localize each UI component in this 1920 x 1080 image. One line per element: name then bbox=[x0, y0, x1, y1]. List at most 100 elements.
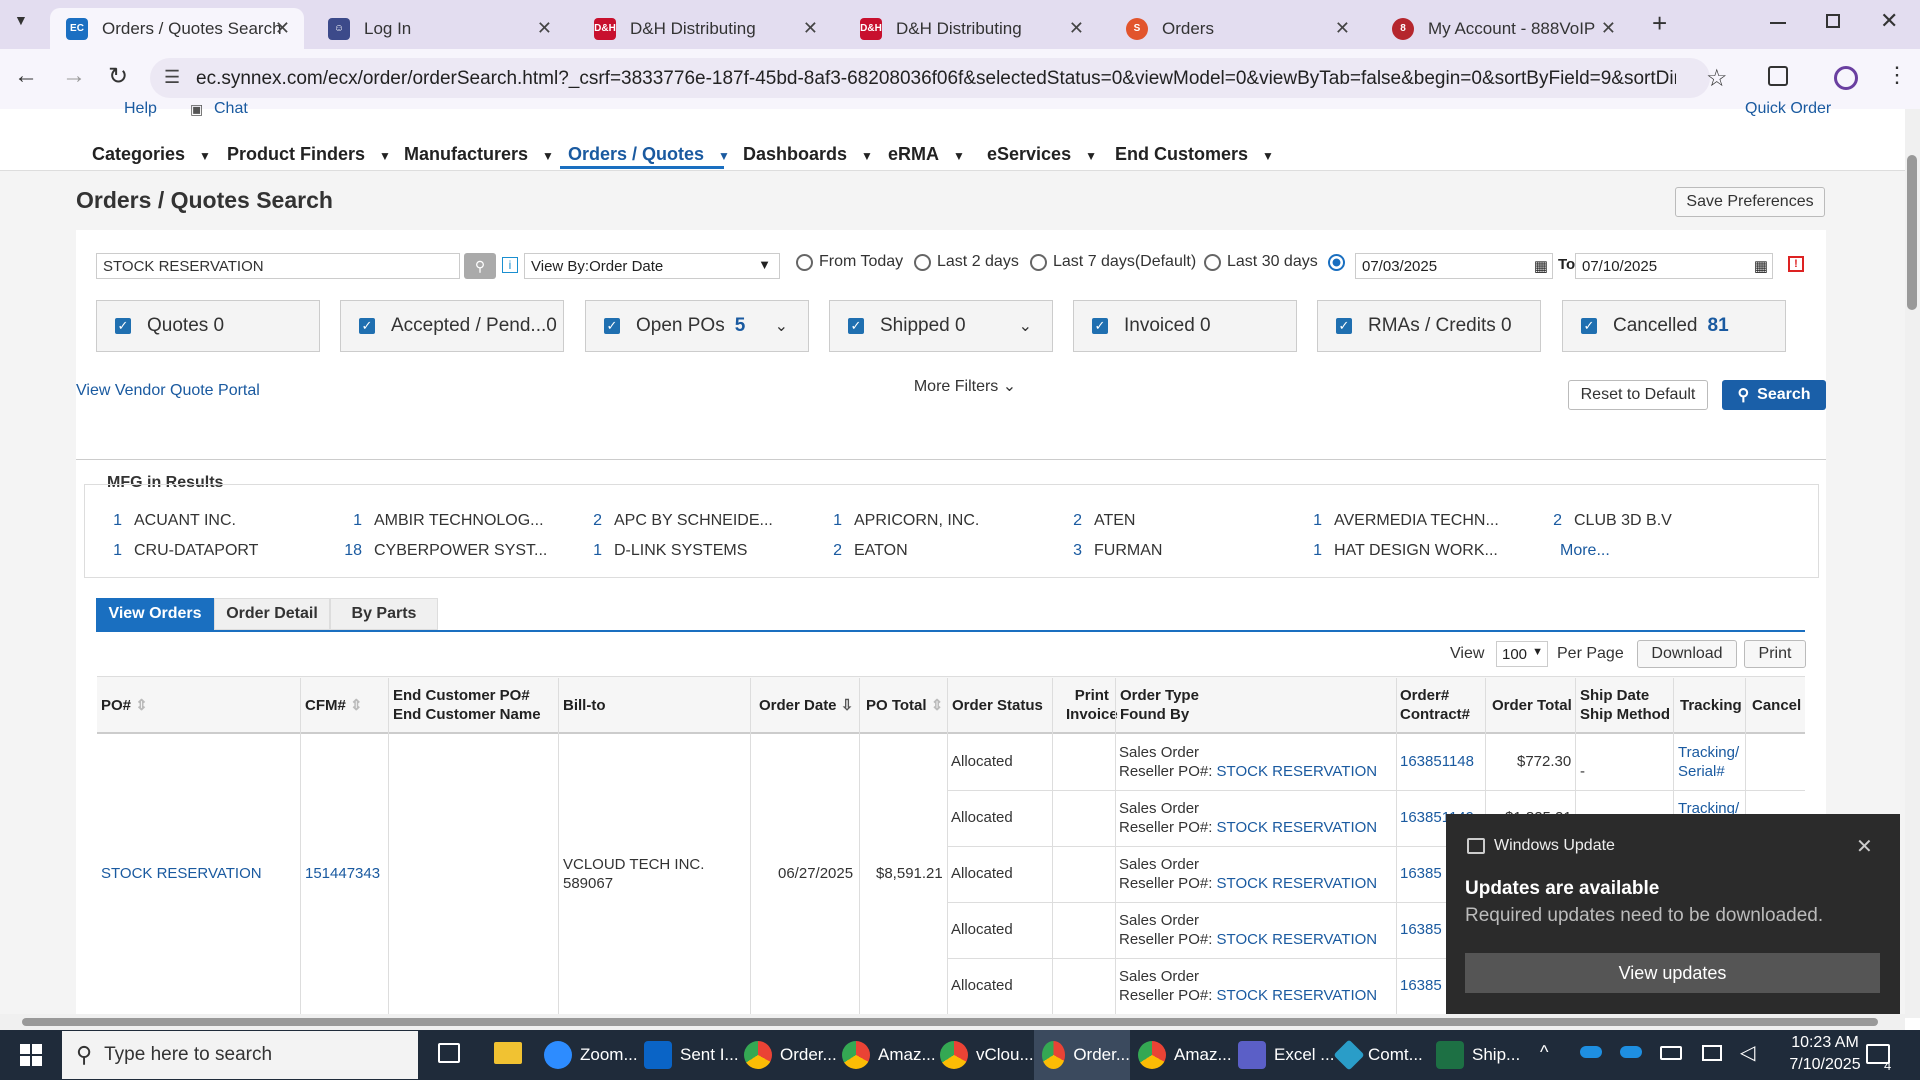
restore-icon[interactable] bbox=[1826, 14, 1840, 28]
radio-last-7-days[interactable] bbox=[1030, 254, 1047, 271]
mfg-item[interactable]: 3 FURMAN bbox=[1058, 542, 1162, 560]
taskbar-app-chrome-amazon[interactable]: Amaz... bbox=[842, 1030, 936, 1080]
tab-search-button[interactable]: ▼ bbox=[14, 12, 38, 36]
filter-invoiced[interactable]: ✓ Invoiced 0 bbox=[1073, 300, 1297, 352]
tab-orders[interactable]: S Orders ✕ bbox=[1110, 8, 1364, 49]
minimize-icon[interactable] bbox=[1770, 22, 1786, 24]
checkbox-checked-icon[interactable]: ✓ bbox=[359, 318, 375, 334]
close-icon[interactable]: ✕ bbox=[1069, 18, 1084, 39]
mfg-item[interactable]: 1 CRU-DATAPORT bbox=[98, 542, 258, 560]
taskbar-app-ship[interactable]: Ship... bbox=[1436, 1030, 1520, 1080]
calendar-icon[interactable]: ▦ bbox=[1534, 257, 1548, 275]
windows-start-icon[interactable] bbox=[20, 1044, 42, 1066]
taskbar-app-chrome-vcloud[interactable]: vClou... bbox=[940, 1030, 1034, 1080]
mfg-more-link[interactable]: More... bbox=[1560, 542, 1610, 560]
close-icon[interactable]: ✕ bbox=[1335, 18, 1350, 39]
radio-last-30-days[interactable] bbox=[1204, 254, 1221, 271]
chevron-down-icon[interactable]: ⌄ bbox=[1019, 316, 1032, 336]
calendar-icon[interactable]: ▦ bbox=[1754, 257, 1768, 275]
chat-icon[interactable]: ▣ bbox=[190, 101, 203, 118]
view-updates-button[interactable]: View updates bbox=[1465, 953, 1880, 993]
mfg-item[interactable]: 2 CLUB 3D B.V bbox=[1538, 512, 1672, 530]
to-date-input[interactable]: 07/10/2025 ▦ bbox=[1575, 253, 1773, 279]
close-icon[interactable]: ✕ bbox=[275, 18, 290, 39]
row-order-link[interactable]: 16385 bbox=[1400, 976, 1442, 995]
row-order-link[interactable]: 163851148 bbox=[1400, 752, 1474, 771]
checkbox-checked-icon[interactable]: ✓ bbox=[604, 318, 620, 334]
clock-date[interactable]: 7/10/2025 bbox=[1785, 1056, 1865, 1074]
extensions-icon[interactable] bbox=[1768, 66, 1788, 86]
chevron-up-icon[interactable]: ^ bbox=[1540, 1042, 1548, 1063]
nav-end-customers[interactable]: End Customers ▼ bbox=[1115, 144, 1274, 165]
checkbox-checked-icon[interactable]: ✓ bbox=[115, 318, 131, 334]
taskbar-app-chrome-order-active[interactable]: Order... bbox=[1034, 1030, 1130, 1080]
filter-rmas-credits[interactable]: ✓ RMAs / Credits 0 bbox=[1317, 300, 1541, 352]
row-order-link[interactable]: 16385 bbox=[1400, 920, 1442, 939]
alert-info-icon[interactable]: ! bbox=[1788, 256, 1804, 272]
close-icon[interactable]: ✕ bbox=[1601, 18, 1616, 39]
new-tab-plus-icon[interactable]: + bbox=[1652, 8, 1667, 39]
col-bill-to[interactable]: Bill-to bbox=[563, 696, 606, 715]
nav-dashboards[interactable]: Dashboards ▼ bbox=[743, 144, 873, 165]
tab-dh-distributing-2[interactable]: D&H D&H Distributing ✕ bbox=[844, 8, 1098, 49]
toast-close-icon[interactable]: ✕ bbox=[1856, 834, 1873, 859]
profile-icon[interactable] bbox=[1834, 66, 1858, 90]
clock-time[interactable]: 10:23 AM bbox=[1785, 1034, 1865, 1052]
taskbar-search-box[interactable]: ⚲ Type here to search bbox=[62, 1031, 418, 1079]
mfg-item[interactable]: 1 AVERMEDIA TECHN... bbox=[1298, 512, 1499, 530]
volume-icon[interactable]: ◁ bbox=[1740, 1040, 1755, 1065]
battery-icon[interactable] bbox=[1660, 1046, 1682, 1060]
found-link[interactable]: STOCK RESERVATION bbox=[1217, 763, 1378, 780]
nav-categories[interactable]: Categories ▼ bbox=[92, 144, 211, 165]
tab-log-in[interactable]: ☺ Log In ✕ bbox=[312, 8, 566, 49]
mfg-item[interactable]: 1 HAT DESIGN WORK... bbox=[1298, 542, 1498, 560]
mfg-item[interactable]: 1 ACUANT INC. bbox=[98, 512, 236, 530]
col-po[interactable]: PO# ⇕ bbox=[101, 696, 148, 715]
window-close-icon[interactable]: ✕ bbox=[1880, 8, 1898, 34]
per-page-select[interactable]: 100 ▼ bbox=[1496, 641, 1548, 667]
checkbox-checked-icon[interactable]: ✓ bbox=[848, 318, 864, 334]
tab-dh-distributing-1[interactable]: D&H D&H Distributing ✕ bbox=[578, 8, 832, 49]
print-button[interactable]: Print bbox=[1744, 640, 1806, 668]
task-view-icon[interactable] bbox=[438, 1043, 460, 1063]
mfg-item[interactable]: 1 AMBIR TECHNOLOG... bbox=[338, 512, 543, 530]
nav-eservices[interactable]: eServices ▼ bbox=[987, 144, 1097, 165]
vendor-quote-portal-link[interactable]: View Vendor Quote Portal bbox=[76, 382, 260, 400]
found-link[interactable]: STOCK RESERVATION bbox=[1217, 987, 1378, 1004]
mfg-item[interactable]: 2 APC BY SCHNEIDE... bbox=[578, 512, 773, 530]
save-preferences-button[interactable]: Save Preferences bbox=[1675, 187, 1825, 217]
radio-last-2-days[interactable] bbox=[914, 254, 931, 271]
more-filters-button[interactable]: More Filters ⌄ bbox=[900, 374, 1030, 400]
url-text[interactable]: ec.synnex.com/ecx/order/orderSearch.html… bbox=[196, 68, 1676, 90]
nav-orders-quotes[interactable]: Orders / Quotes ▼ bbox=[568, 144, 730, 165]
search-icon-button[interactable]: ⚲ bbox=[464, 253, 496, 279]
tab-orders-quotes[interactable]: EC Orders / Quotes Search- E ✕ bbox=[50, 8, 304, 49]
col-po-total[interactable]: PO Total ⇕ bbox=[866, 696, 943, 715]
radio-from-today[interactable] bbox=[796, 254, 813, 271]
taskbar-app-comt[interactable]: Comt... bbox=[1333, 1030, 1423, 1080]
col-cfm[interactable]: CFM# ⇕ bbox=[305, 696, 363, 715]
nav-erma[interactable]: eRMA ▼ bbox=[888, 144, 965, 165]
quick-order-link[interactable]: Quick Order bbox=[1745, 100, 1831, 118]
tab-order-detail[interactable]: Order Detail bbox=[214, 598, 330, 630]
filter-accepted-pending[interactable]: ✓ Accepted / Pend...0 bbox=[340, 300, 564, 352]
checkbox-checked-icon[interactable]: ✓ bbox=[1092, 318, 1108, 334]
mfg-item[interactable]: 1 D-LINK SYSTEMS bbox=[578, 542, 747, 560]
taskbar-app-excel[interactable]: Excel ... bbox=[1238, 1030, 1334, 1080]
checkbox-checked-icon[interactable]: ✓ bbox=[1581, 318, 1597, 334]
checkbox-checked-icon[interactable]: ✓ bbox=[1336, 318, 1352, 334]
file-explorer-icon[interactable] bbox=[494, 1042, 522, 1064]
nav-product-finders[interactable]: Product Finders ▼ bbox=[227, 144, 391, 165]
mfg-item[interactable]: 1 APRICORN, INC. bbox=[818, 512, 979, 530]
back-arrow-icon[interactable]: ← bbox=[14, 62, 38, 90]
mfg-item[interactable]: 2 ATEN bbox=[1058, 512, 1135, 530]
found-link[interactable]: STOCK RESERVATION bbox=[1217, 875, 1378, 892]
tab-view-orders[interactable]: View Orders bbox=[96, 598, 214, 630]
filter-cancelled[interactable]: ✓ Cancelled 81 bbox=[1562, 300, 1786, 352]
chat-link[interactable]: Chat bbox=[214, 100, 248, 118]
info-icon[interactable]: i bbox=[502, 257, 518, 273]
mfg-item[interactable]: 18 CYBERPOWER SYST... bbox=[338, 542, 547, 560]
scrollbar-thumb[interactable] bbox=[1907, 155, 1917, 310]
search-button[interactable]: ⚲ Search bbox=[1722, 380, 1826, 410]
tab-by-parts[interactable]: By Parts bbox=[330, 598, 438, 630]
